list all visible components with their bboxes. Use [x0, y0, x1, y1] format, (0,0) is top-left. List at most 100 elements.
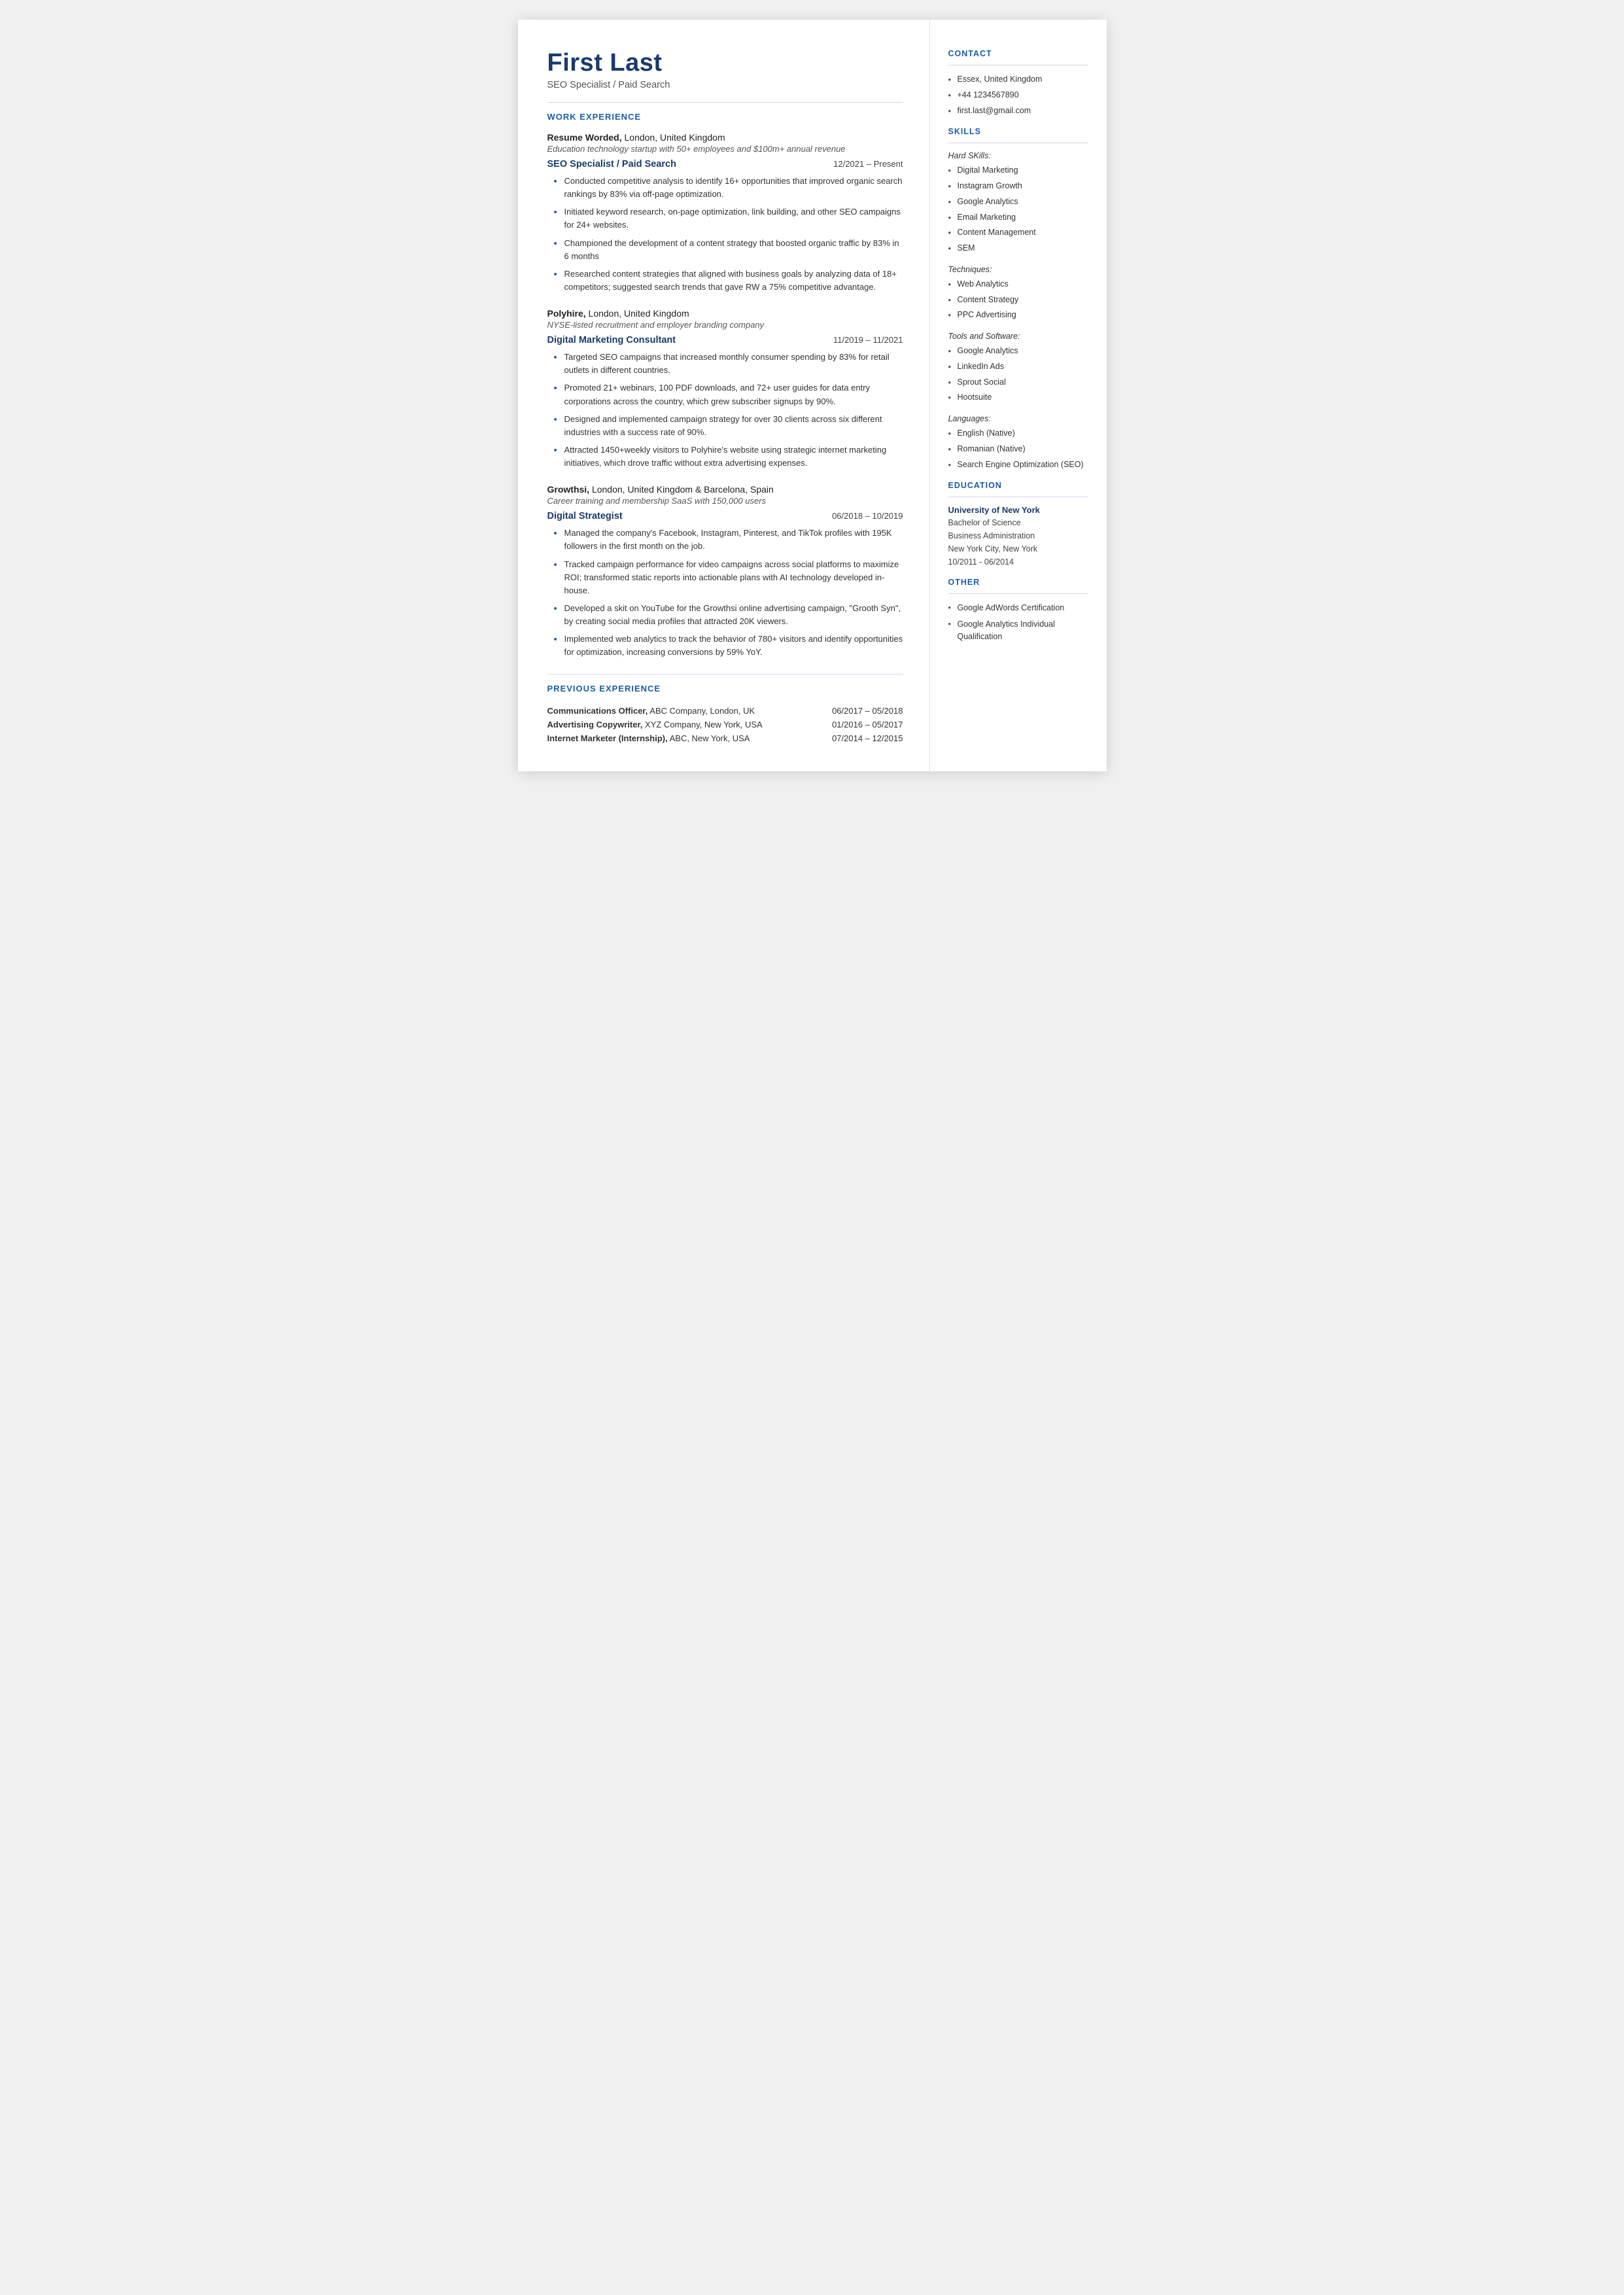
- company-name-rest-2: London, United Kingdom: [586, 308, 689, 319]
- hard-skill-4: Email Marketing: [948, 211, 1088, 224]
- company-desc-2: NYSE-listed recruitment and employer bra…: [547, 320, 903, 330]
- job-header-2: Digital Marketing Consultant 11/2019 – 1…: [547, 335, 903, 345]
- contact-item-1: Essex, United Kingdom: [948, 73, 1088, 86]
- hard-skills-label: Hard SKills:: [948, 151, 1088, 160]
- prev-exp-dates-3: 07/2014 – 12/2015: [803, 731, 903, 745]
- company-name-1: Resume Worded, London, United Kingdom: [547, 132, 903, 143]
- previous-experience-section: PREVIOUS EXPERIENCE Communications Offic…: [547, 684, 903, 745]
- edu-school-1: University of New York: [948, 505, 1088, 515]
- job-title-2: Digital Marketing Consultant: [547, 335, 676, 345]
- tool-4: Hootsuite: [948, 391, 1088, 404]
- job-title-1: SEO Specialist / Paid Search: [547, 159, 676, 169]
- company-name-rest-1: London, United Kingdom: [622, 132, 725, 143]
- bullet-2-3: Designed and implemented campaign strate…: [554, 413, 903, 439]
- company-name-bold-3: Growthsi,: [547, 484, 590, 495]
- company-name-bold-1: Resume Worded,: [547, 132, 622, 143]
- company-name-2: Polyhire, London, United Kingdom: [547, 308, 903, 319]
- previous-experience-table: Communications Officer, ABC Company, Lon…: [547, 704, 903, 745]
- company-name-rest-3: London, United Kingdom & Barcelona, Spai…: [589, 484, 774, 495]
- skills-title: SKILLS: [948, 127, 1088, 136]
- edu-location-1: New York City, New York: [948, 544, 1038, 553]
- candidate-subtitle: SEO Specialist / Paid Search: [547, 80, 903, 90]
- edu-dates-1: 10/2011 - 06/2014: [948, 557, 1014, 567]
- bullet-1-3: Championed the development of a content …: [554, 237, 903, 263]
- company-name-bold-2: Polyhire,: [547, 308, 586, 319]
- languages-list: English (Native) Romanian (Native) Searc…: [948, 427, 1088, 470]
- bullet-3-2: Tracked campaign performance for video c…: [554, 558, 903, 597]
- techniques-label: Techniques:: [948, 265, 1088, 274]
- contact-item-3: first.last@gmail.com: [948, 105, 1088, 117]
- bullet-3-3: Developed a skit on YouTube for the Grow…: [554, 602, 903, 628]
- job-dates-3: 06/2018 – 10/2019: [832, 511, 903, 521]
- hard-skills-list: Digital Marketing Instagram Growth Googl…: [948, 164, 1088, 254]
- hard-skill-6: SEM: [948, 242, 1088, 254]
- bullet-2-2: Promoted 21+ webinars, 100 PDF downloads…: [554, 381, 903, 408]
- work-experience-section: WORK EXPERIENCE Resume Worded, London, U…: [547, 112, 903, 659]
- work-experience-title: WORK EXPERIENCE: [547, 112, 903, 122]
- tool-2: LinkedIn Ads: [948, 360, 1088, 373]
- other-section: OTHER Google AdWords Certification Googl…: [948, 578, 1088, 642]
- prev-exp-row-2: Advertising Copywriter, XYZ Company, New…: [547, 718, 903, 731]
- job-header-1: SEO Specialist / Paid Search 12/2021 – P…: [547, 159, 903, 169]
- header-divider: [547, 102, 903, 103]
- bullet-2-4: Attracted 1450+weekly visitors to Polyhi…: [554, 444, 903, 470]
- resume-page: First Last SEO Specialist / Paid Search …: [518, 20, 1107, 771]
- prev-exp-row-3: Internet Marketer (Internship), ABC, New…: [547, 731, 903, 745]
- language-3: Search Engine Optimization (SEO): [948, 459, 1088, 471]
- bullet-list-3: Managed the company's Facebook, Instagra…: [547, 527, 903, 659]
- contact-item-2: +44 1234567890: [948, 89, 1088, 101]
- contact-list: Essex, United Kingdom +44 1234567890 fir…: [948, 73, 1088, 116]
- company-block-1: Resume Worded, London, United Kingdom Ed…: [547, 132, 903, 294]
- bullet-2-1: Targeted SEO campaigns that increased mo…: [554, 351, 903, 377]
- skills-section: SKILLS Hard SKills: Digital Marketing In…: [948, 127, 1088, 470]
- language-2: Romanian (Native): [948, 443, 1088, 455]
- company-desc-1: Education technology startup with 50+ em…: [547, 144, 903, 154]
- bullet-3-1: Managed the company's Facebook, Instagra…: [554, 527, 903, 553]
- bullet-1-1: Conducted competitive analysis to identi…: [554, 175, 903, 201]
- job-header-3: Digital Strategist 06/2018 – 10/2019: [547, 511, 903, 521]
- contact-title: CONTACT: [948, 49, 1088, 58]
- education-title: EDUCATION: [948, 481, 1088, 490]
- edu-field-1: Business Administration: [948, 531, 1035, 540]
- tools-list: Google Analytics LinkedIn Ads Sprout Soc…: [948, 345, 1088, 404]
- technique-3: PPC Advertising: [948, 309, 1088, 321]
- edu-degree-1: Bachelor of Science: [948, 518, 1021, 527]
- prev-exp-dates-1: 06/2017 – 05/2018: [803, 704, 903, 718]
- company-desc-3: Career training and membership SaaS with…: [547, 496, 903, 506]
- hard-skill-1: Digital Marketing: [948, 164, 1088, 177]
- tool-3: Sprout Social: [948, 376, 1088, 389]
- name-block: First Last SEO Specialist / Paid Search: [547, 49, 903, 90]
- tool-1: Google Analytics: [948, 345, 1088, 357]
- languages-label: Languages:: [948, 414, 1088, 423]
- prev-exp-dates-2: 01/2016 – 05/2017: [803, 718, 903, 731]
- prev-exp-role-1: Communications Officer, ABC Company, Lon…: [547, 704, 803, 718]
- technique-2: Content Strategy: [948, 294, 1088, 306]
- other-list: Google AdWords Certification Google Anal…: [948, 602, 1088, 642]
- job-dates-1: 12/2021 – Present: [833, 159, 903, 169]
- other-item-1: Google AdWords Certification: [948, 602, 1088, 614]
- prev-exp-role-2: Advertising Copywriter, XYZ Company, New…: [547, 718, 803, 731]
- bullet-1-4: Researched content strategies that align…: [554, 268, 903, 294]
- job-title-3: Digital Strategist: [547, 511, 623, 521]
- other-title: OTHER: [948, 578, 1088, 587]
- techniques-list: Web Analytics Content Strategy PPC Adver…: [948, 278, 1088, 321]
- education-item-1: University of New York Bachelor of Scien…: [948, 505, 1088, 569]
- other-divider: [948, 593, 1088, 594]
- company-block-3: Growthsi, London, United Kingdom & Barce…: [547, 484, 903, 659]
- contact-section: CONTACT Essex, United Kingdom +44 123456…: [948, 49, 1088, 116]
- education-section: EDUCATION University of New York Bachelo…: [948, 481, 1088, 569]
- company-block-2: Polyhire, London, United Kingdom NYSE-li…: [547, 308, 903, 470]
- bullet-list-2: Targeted SEO campaigns that increased mo…: [547, 351, 903, 470]
- previous-experience-title: PREVIOUS EXPERIENCE: [547, 684, 903, 693]
- hard-skill-3: Google Analytics: [948, 196, 1088, 208]
- bullet-3-4: Implemented web analytics to track the b…: [554, 633, 903, 659]
- prev-exp-role-3: Internet Marketer (Internship), ABC, New…: [547, 731, 803, 745]
- candidate-name: First Last: [547, 49, 903, 77]
- hard-skill-5: Content Management: [948, 226, 1088, 239]
- main-column: First Last SEO Specialist / Paid Search …: [518, 20, 930, 771]
- technique-1: Web Analytics: [948, 278, 1088, 290]
- bullet-list-1: Conducted competitive analysis to identi…: [547, 175, 903, 294]
- company-name-3: Growthsi, London, United Kingdom & Barce…: [547, 484, 903, 495]
- tools-label: Tools and Software:: [948, 332, 1088, 341]
- language-1: English (Native): [948, 427, 1088, 440]
